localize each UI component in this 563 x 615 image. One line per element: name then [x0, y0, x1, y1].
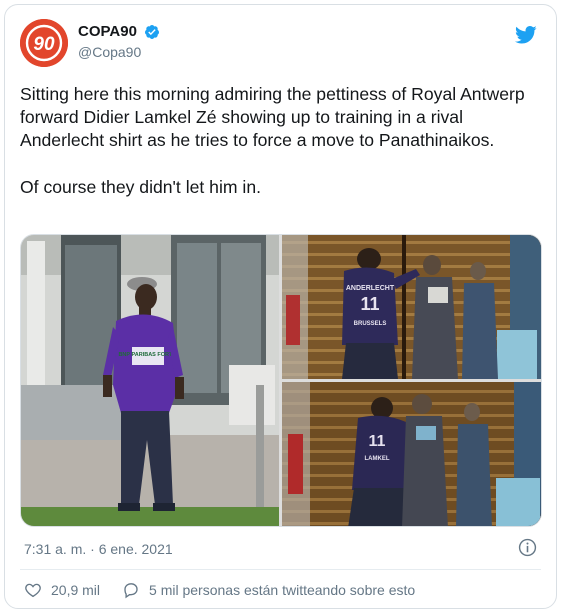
avatar[interactable]: 90 — [20, 19, 68, 67]
shirt-back-text: BRUSSELS — [354, 321, 387, 327]
tweet-paragraph: Of course they didn't let him in. — [20, 176, 261, 197]
conversation-action[interactable]: 5 mil personas están twitteando sobre es… — [122, 581, 415, 599]
tweet-header: 90 COPA90 @Copa90 — [20, 19, 541, 67]
like-action[interactable]: 20,9 mil — [24, 581, 100, 599]
photo-at-glass-door[interactable]: ANDERLECHT 11 BRUSSELS — [282, 235, 541, 379]
conversation-text: 5 mil personas están twitteando sobre es… — [149, 582, 416, 598]
like-count: 20,9 mil — [51, 582, 101, 598]
photo-player-outside-image: BNP PARIBAS FORTIS — [21, 235, 279, 526]
avatar-text: 90 — [33, 34, 55, 55]
heart-icon[interactable] — [24, 581, 42, 599]
shirt-name-text: ANDERLECHT — [346, 285, 395, 292]
handle[interactable]: @Copa90 — [78, 44, 160, 60]
photo-against-glass[interactable]: 11 LAMKEL — [282, 382, 541, 526]
photo-against-glass-image: 11 LAMKEL — [282, 382, 541, 526]
tweet-timestamp[interactable]: 7:31 a. m. · 6 ene. 2021 — [24, 541, 173, 557]
photo-at-glass-door-image: ANDERLECHT 11 BRUSSELS — [282, 235, 541, 379]
tweet-card[interactable]: 90 COPA90 @Copa90 Sitting here this morn… — [4, 4, 557, 609]
tweet-paragraph: Sitting here this morning admiring the p… — [20, 84, 525, 151]
verified-badge-icon — [145, 24, 160, 39]
shirt-number-text: 11 — [369, 433, 386, 450]
tweet-text: Sitting here this morning admiring the p… — [20, 83, 540, 199]
divider — [20, 569, 541, 570]
author-block[interactable]: COPA90 @Copa90 — [78, 23, 160, 60]
photo-player-outside[interactable]: BNP PARIBAS FORTIS — [21, 235, 279, 526]
shirt-sponsor-text: BNP PARIBAS FORTIS — [118, 352, 177, 358]
shirt-name-text: LAMKEL — [365, 456, 390, 462]
twitter-bird-icon[interactable] — [515, 25, 537, 45]
speech-bubble-icon[interactable] — [122, 581, 140, 599]
copa90-logo-icon: 90 — [20, 19, 68, 67]
shirt-number-text: 11 — [360, 294, 379, 314]
display-name[interactable]: COPA90 — [78, 23, 137, 40]
info-icon[interactable] — [518, 538, 537, 557]
engagement-bar: 20,9 mil 5 mil personas están twitteando… — [24, 579, 437, 601]
media-grid: BNP PARIBAS FORTIS ANDERLECHT 11 BRUSSEL… — [20, 234, 542, 527]
